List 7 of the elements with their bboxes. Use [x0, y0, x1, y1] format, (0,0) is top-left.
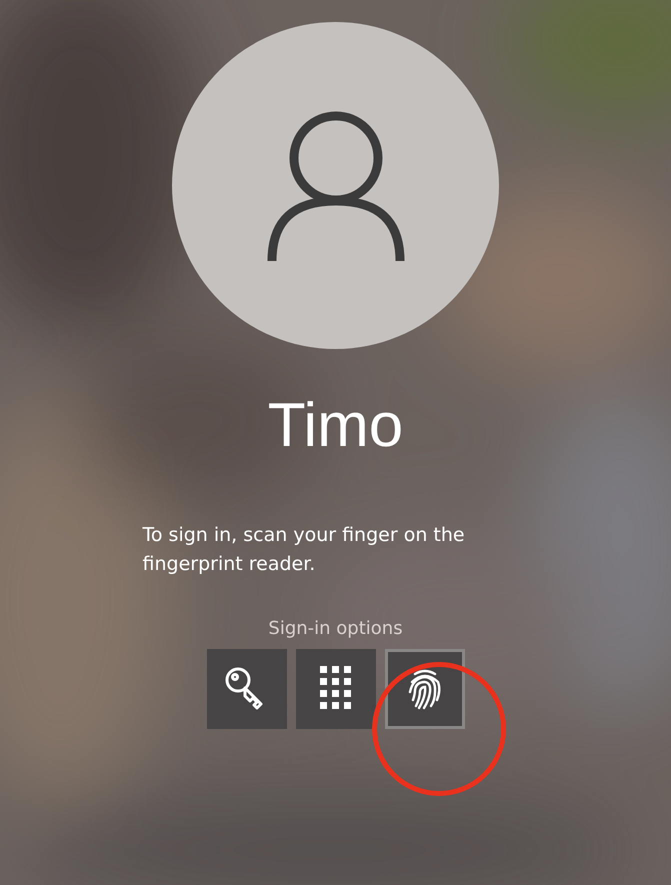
instruction-text: To sign in, scan your finger on the fingerprint reader. [142, 523, 466, 577]
sign-in-option-button[interactable] [384, 649, 464, 730]
sign-in-option-button[interactable] [296, 649, 376, 730]
user-name: Timo [268, 390, 404, 462]
sign-in-option-button[interactable] [206, 649, 286, 730]
sign-in-options-label: Sign-in options [268, 618, 403, 640]
fingerprint-icon [406, 668, 442, 710]
